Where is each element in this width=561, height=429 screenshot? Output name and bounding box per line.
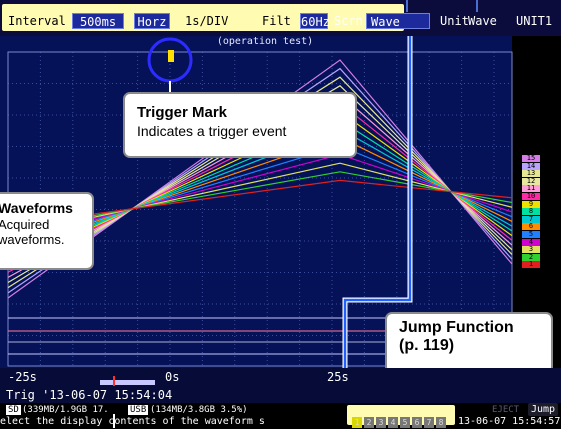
waveforms-callout-desc1: Acquired <box>0 217 50 232</box>
sd-card-info: (339MB/1.9GB 17. <box>22 405 109 415</box>
filt-value[interactable]: 60Hz <box>300 13 330 29</box>
trigger-mark-callout: Trigger Mark Indicates a trigger event <box>123 92 357 158</box>
unit-number[interactable]: UNIT1 <box>516 13 552 29</box>
interval-value[interactable]: 500ms <box>72 13 124 29</box>
scrn-label: Scrn <box>334 14 363 28</box>
channel-status-indicators: 12345678 <box>352 410 448 429</box>
jump-function-callout: Jump Function (p. 119) <box>385 312 553 374</box>
channel-markers: 15 14 13 12 11 10 9 8 7 6 5 4 3 2 1 <box>522 155 542 275</box>
scrn-value[interactable]: Wave <box>366 13 430 29</box>
waveforms-callout-title: Waveforms <box>0 200 73 216</box>
channel-status-indicator: 8 <box>436 417 446 428</box>
connector-top-scrn <box>406 0 408 12</box>
waveforms-callout: Waveforms Acquired waveforms. <box>0 192 94 270</box>
channel-status-indicator: 4 <box>388 417 398 428</box>
usb-info: (134MB/3.8GB 3.5%) <box>150 405 248 415</box>
trigger-time: Trig '13-06-07 15:54:04 <box>6 388 173 402</box>
channel-marker: 1 <box>522 261 540 269</box>
help-message: elect the display contents of the wavefo… <box>0 416 265 427</box>
axis-tick-label: 25s <box>327 370 349 384</box>
usb-icon: USB <box>128 405 149 415</box>
unit-label: Unit <box>440 14 469 28</box>
filt-label: Filt <box>262 14 291 28</box>
eject-button[interactable]: EJECT <box>492 405 519 415</box>
channel-marker: 15 <box>522 155 540 162</box>
jump-callout-ref: (p. 119) <box>399 337 455 354</box>
scroll-cursor <box>113 376 115 386</box>
channel-status-indicator: 6 <box>412 417 422 428</box>
channel-status-indicator: 3 <box>376 417 386 428</box>
trigger-callout-desc: Indicates a trigger event <box>137 123 287 139</box>
channel-marker: 5 <box>522 231 540 238</box>
waveforms-connector-bottom <box>113 414 115 428</box>
sd-card-icon: SD <box>6 405 21 415</box>
connector-top-unit <box>476 0 478 12</box>
axis-tick-label: -25s <box>8 370 37 384</box>
datetime: 13-06-07 15:54:57 <box>458 416 561 427</box>
horz-label[interactable]: Horz <box>134 13 170 29</box>
scroll-position-bar[interactable] <box>100 380 155 385</box>
horz-value[interactable]: 1s/DIV <box>185 13 228 29</box>
jump-button[interactable]: Jump <box>528 403 558 416</box>
axis-tick-label: 0s <box>165 370 180 384</box>
waveforms-callout-desc2: waveforms. <box>0 232 65 247</box>
interval-label: Interval <box>8 14 66 28</box>
channel-status-indicator: 1 <box>352 417 362 428</box>
jump-callout-title: Jump Function <box>399 319 514 336</box>
channel-status-indicator: 2 <box>364 417 374 428</box>
channel-status-indicator: 7 <box>424 417 434 428</box>
unit-value[interactable]: Wave <box>468 13 497 29</box>
channel-status-indicator: 5 <box>400 417 410 428</box>
trigger-callout-title: Trigger Mark <box>137 104 228 121</box>
channel-marker: 10 <box>522 193 540 200</box>
trigger-flag-icon <box>168 50 174 62</box>
